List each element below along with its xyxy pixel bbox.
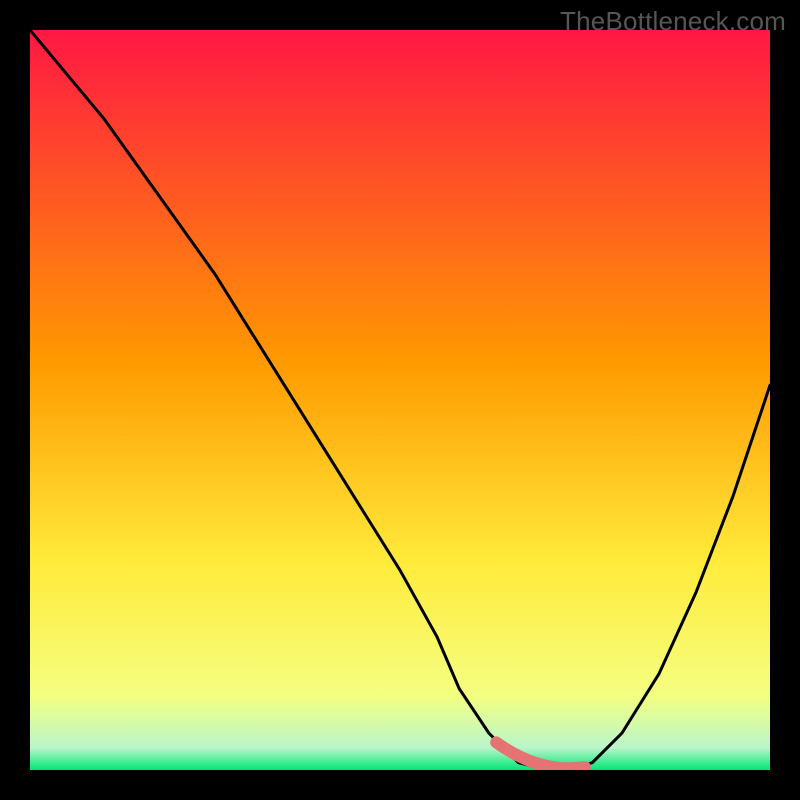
chart-svg: [30, 30, 770, 770]
chart-frame: TheBottleneck.com: [0, 0, 800, 800]
gradient-backdrop: [30, 30, 770, 770]
plot-area: [30, 30, 770, 770]
